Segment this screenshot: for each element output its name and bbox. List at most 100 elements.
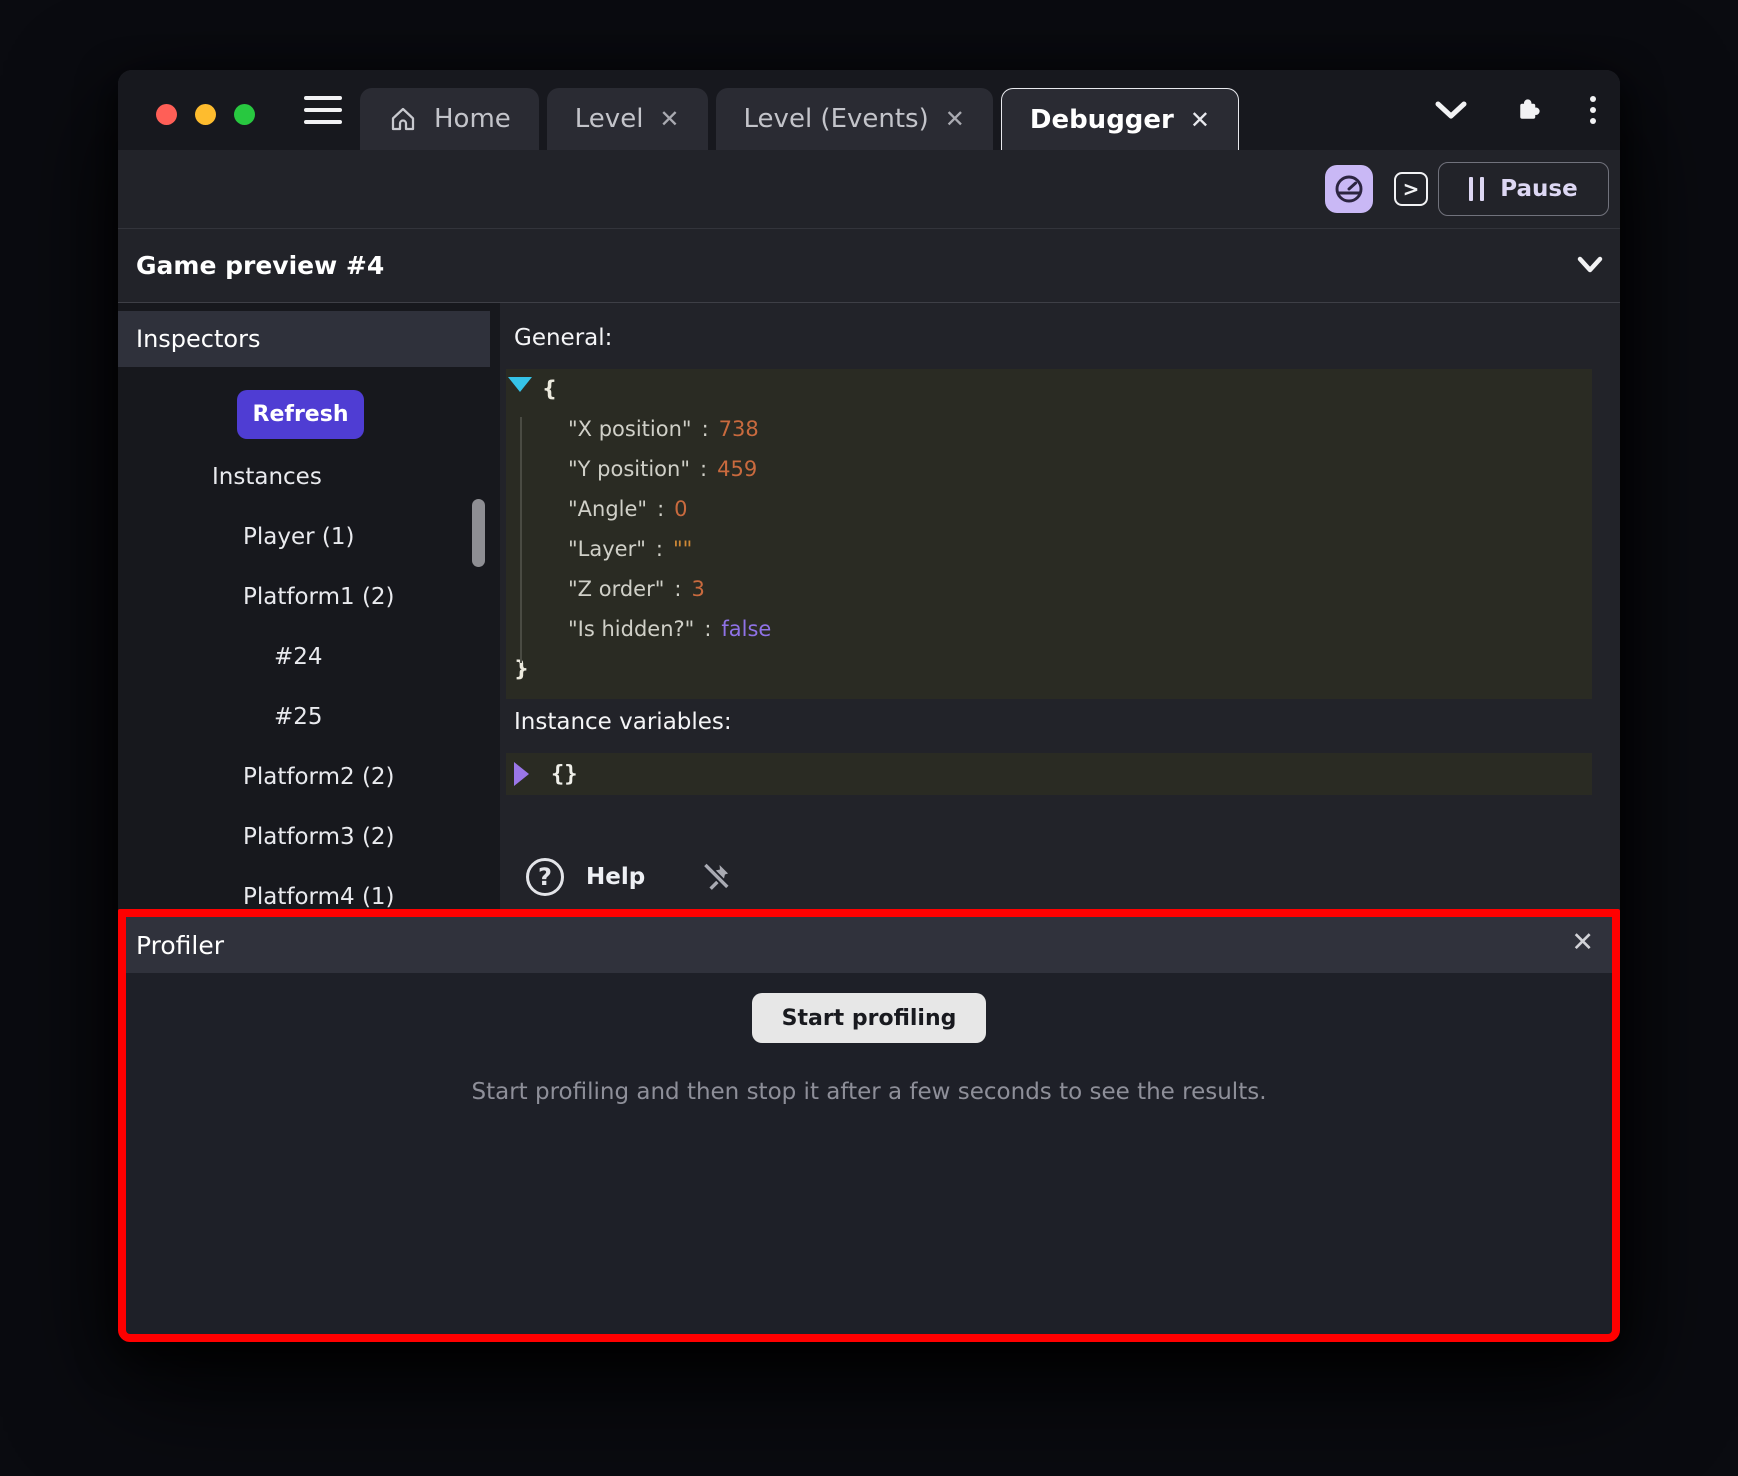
json-value: "" <box>673 537 692 561</box>
inspector-detail-panel: General: { "X position" : 738 "Y positio… <box>500 303 1620 909</box>
sidebar-scrollbar-thumb[interactable] <box>472 499 485 567</box>
tab-bar: Home Level ✕ Level (Events) ✕ Debugger ✕ <box>360 88 1239 150</box>
json-value: 0 <box>674 497 687 521</box>
help-question-icon: ? <box>526 858 564 896</box>
json-separator: : <box>657 497 664 521</box>
app-window: Home Level ✕ Level (Events) ✕ Debugger ✕ <box>118 70 1620 1342</box>
json-value: 3 <box>691 577 704 601</box>
profiler-close-icon[interactable]: ✕ <box>1571 927 1594 958</box>
instances-tree-item[interactable]: Platform1 (2) <box>118 567 500 627</box>
json-separator: : <box>674 577 681 601</box>
tab-home[interactable]: Home <box>360 88 539 150</box>
tab-label: Debugger <box>1030 105 1174 135</box>
json-property-row: "Y position" : 459 <box>506 449 1592 489</box>
instances-tree-item[interactable]: Platform3 (2) <box>118 807 500 867</box>
json-separator: : <box>656 537 663 561</box>
title-bar: Home Level ✕ Level (Events) ✕ Debugger ✕ <box>118 70 1620 150</box>
json-value: 459 <box>717 457 757 481</box>
tab-debugger[interactable]: Debugger ✕ <box>1001 88 1239 150</box>
debugger-main: Inspectors Refresh Instances Player (1) … <box>118 303 1620 909</box>
tree-item-label: Instances <box>212 464 322 490</box>
console-prompt-icon: > <box>1403 177 1420 201</box>
unpin-icon[interactable] <box>699 859 733 895</box>
collapse-triangle-icon[interactable] <box>508 377 532 392</box>
game-preview-title: Game preview #4 <box>136 251 384 280</box>
json-property-row: "Z order" : 3 <box>506 569 1592 609</box>
json-open-brace: { <box>542 377 557 401</box>
tree-item-label: Platform2 (2) <box>243 764 395 790</box>
profiler-title: Profiler <box>136 931 224 960</box>
window-close-button[interactable] <box>156 104 177 125</box>
json-key: "Y position" <box>568 457 690 481</box>
json-separator: : <box>700 457 707 481</box>
json-value: 738 <box>719 417 759 441</box>
window-zoom-button[interactable] <box>234 104 255 125</box>
json-key: "Angle" <box>568 497 647 521</box>
indent-guide <box>520 417 522 663</box>
pause-button-label: Pause <box>1500 176 1577 202</box>
pause-icon <box>1469 177 1484 201</box>
profiler-panel: Profiler ✕ Start profiling Start profili… <box>118 909 1620 1342</box>
help-button[interactable]: ? Help <box>526 858 645 896</box>
instance-variables-value: {} <box>551 762 578 787</box>
game-preview-dropdown[interactable]: Game preview #4 <box>118 228 1620 303</box>
console-button[interactable]: > <box>1394 172 1428 206</box>
tab-close-icon[interactable]: ✕ <box>1190 108 1210 132</box>
general-json-viewer: { "X position" : 738 "Y position" : 459 … <box>506 369 1592 699</box>
json-key: "Z order" <box>568 577 664 601</box>
general-heading: General: <box>514 325 612 351</box>
inspectors-header: Inspectors <box>118 311 490 367</box>
instances-tree-item[interactable]: #24 <box>118 627 500 687</box>
tab-close-icon[interactable]: ✕ <box>659 107 679 131</box>
instances-tree-item[interactable]: Instances <box>118 447 500 507</box>
json-value: false <box>721 617 771 641</box>
extensions-puzzle-icon[interactable] <box>1514 95 1544 125</box>
instances-tree-item[interactable]: Platform4 (1) <box>118 867 500 909</box>
tab-label: Level <box>575 104 644 134</box>
profiler-hint-text: Start profiling and then stop it after a… <box>471 1079 1266 1105</box>
instances-tree-item[interactable]: Player (1) <box>118 507 500 567</box>
instances-tree-item[interactable]: #25 <box>118 687 500 747</box>
json-separator: : <box>702 417 709 441</box>
tree-item-label: Platform4 (1) <box>243 884 395 909</box>
speedometer-icon <box>1333 173 1365 205</box>
help-row: ? Help <box>500 855 1620 899</box>
start-profiling-button[interactable]: Start profiling <box>752 993 987 1043</box>
tree-item-label: #25 <box>274 704 323 730</box>
tab-label: Level (Events) <box>744 104 929 134</box>
json-key: "Layer" <box>568 537 646 561</box>
instances-tree-item[interactable]: Platform2 (2) <box>118 747 500 807</box>
main-menu-icon[interactable] <box>304 96 342 124</box>
json-property-row: "Layer" : "" <box>506 529 1592 569</box>
instances-tree: Instances Player (1) Platform1 (2) #24 #… <box>118 447 500 909</box>
instance-variables-viewer: {} <box>506 753 1592 795</box>
debugger-toolbar: > Pause <box>118 150 1620 228</box>
profiler-toggle-button[interactable] <box>1325 165 1373 213</box>
expand-triangle-icon[interactable] <box>514 762 529 786</box>
json-separator: : <box>704 617 711 641</box>
chevron-down-icon[interactable] <box>1434 99 1468 121</box>
inspectors-sidebar: Inspectors Refresh Instances Player (1) … <box>118 303 500 909</box>
refresh-button[interactable]: Refresh <box>237 390 364 439</box>
home-icon <box>388 104 418 134</box>
tab-level-events[interactable]: Level (Events) ✕ <box>716 88 993 150</box>
json-key: "Is hidden?" <box>568 617 694 641</box>
titlebar-actions <box>1434 70 1596 150</box>
tab-close-icon[interactable]: ✕ <box>945 107 965 131</box>
json-key: "X position" <box>568 417 692 441</box>
profiler-body: Start profiling Start profiling and then… <box>126 973 1612 1334</box>
more-options-icon[interactable] <box>1590 96 1596 124</box>
instance-variables-heading: Instance variables: <box>514 709 732 735</box>
json-properties: "X position" : 738 "Y position" : 459 "A… <box>506 409 1592 649</box>
tree-item-label: Player (1) <box>243 524 354 550</box>
tab-label: Home <box>434 104 511 134</box>
inspectors-title: Inspectors <box>136 325 260 353</box>
json-property-row: "X position" : 738 <box>506 409 1592 449</box>
screenshot-canvas: Home Level ✕ Level (Events) ✕ Debugger ✕ <box>0 0 1738 1476</box>
tab-level[interactable]: Level ✕ <box>547 88 708 150</box>
tree-item-label: Platform3 (2) <box>243 824 395 850</box>
window-minimize-button[interactable] <box>195 104 216 125</box>
json-property-row: "Is hidden?" : false <box>506 609 1592 649</box>
pause-button[interactable]: Pause <box>1438 162 1609 216</box>
tree-item-label: #24 <box>274 644 323 670</box>
